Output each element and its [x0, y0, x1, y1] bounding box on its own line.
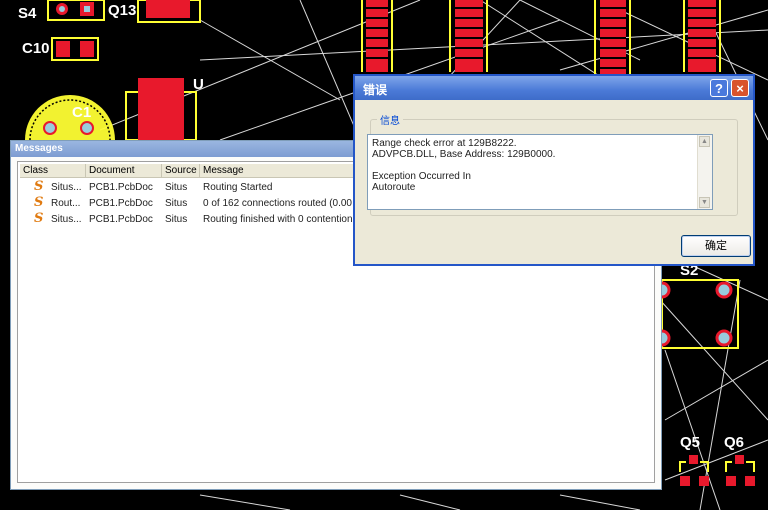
message-scrollbar[interactable]: ▲ ▼	[697, 135, 712, 209]
scroll-down-icon[interactable]: ▼	[699, 197, 710, 208]
row-class: Rout...	[51, 198, 81, 209]
designator-c1: C1	[72, 104, 92, 121]
column-header-document[interactable]: Document	[86, 164, 162, 178]
row-document: PCB1.PcbDoc	[89, 198, 153, 209]
dialog-titlebar[interactable]: 错误 ? ×	[355, 76, 753, 100]
dialog-title: 错误	[363, 83, 388, 97]
row-source: Situs	[165, 198, 188, 209]
close-button[interactable]: ×	[731, 79, 749, 97]
row-class: Situs...	[51, 182, 82, 193]
row-source: Situs	[165, 214, 188, 225]
error-line: ADVPCB.DLL, Base Address: 129B0000.	[372, 149, 556, 160]
situs-s-icon: S	[34, 195, 44, 210]
row-document: PCB1.PcbDoc	[89, 214, 153, 225]
row-document: PCB1.PcbDoc	[89, 182, 153, 193]
info-group-label: 信息	[380, 116, 400, 127]
error-dialog: 错误 ? × 信息 Range check error at 129B8222.…	[353, 74, 755, 266]
designator-c10: C10	[22, 40, 50, 57]
designator-q6: Q6	[724, 434, 745, 451]
designator-u: U	[193, 76, 204, 93]
column-header-class[interactable]: Class	[20, 164, 86, 178]
row-class: Situs...	[51, 214, 82, 225]
designator-q5: Q5	[680, 434, 701, 451]
error-line: Range check error at 129B8222.	[372, 138, 517, 149]
error-message-box[interactable]: Range check error at 129B8222. ADVPCB.DL…	[367, 134, 713, 210]
row-source: Situs	[165, 182, 188, 193]
error-line: Exception Occurred In	[372, 171, 471, 182]
scroll-up-icon[interactable]: ▲	[699, 136, 710, 147]
error-message-text: Range check error at 129B8222. ADVPCB.DL…	[372, 138, 555, 193]
help-button[interactable]: ?	[710, 79, 728, 97]
designator-q13: Q13	[108, 2, 137, 19]
situs-s-icon: S	[34, 211, 44, 226]
designator-s4: S4	[18, 5, 37, 22]
error-line: Autoroute	[372, 182, 416, 193]
error-line	[372, 160, 555, 171]
column-header-source[interactable]: Source	[162, 164, 200, 178]
ok-button[interactable]: 确定	[681, 235, 751, 257]
situs-s-icon: S	[34, 179, 44, 194]
